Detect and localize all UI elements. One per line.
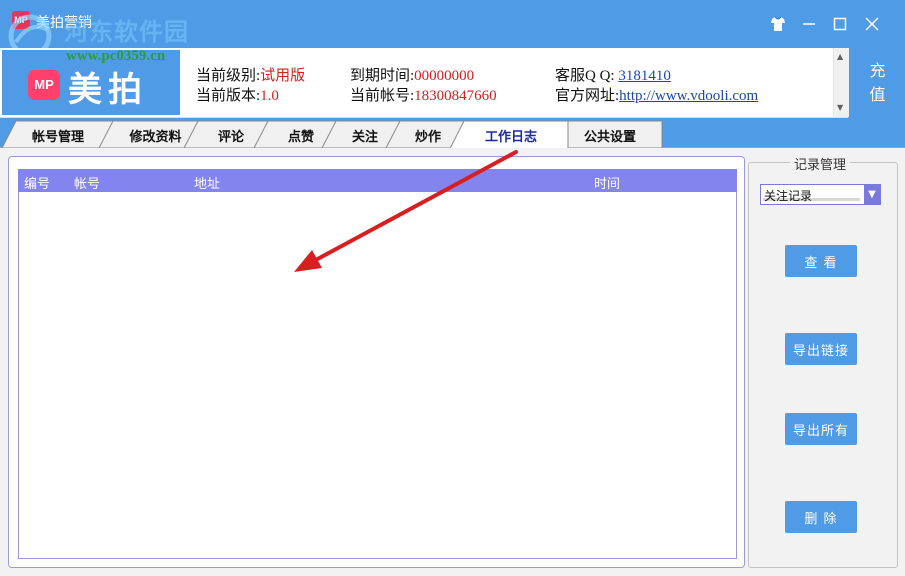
export-all-button[interactable]: 导出所有 bbox=[785, 413, 857, 445]
chevron-down-icon[interactable]: ▼ bbox=[864, 185, 880, 204]
recharge-label-1: 充 bbox=[869, 60, 886, 80]
minimize-icon bbox=[803, 23, 815, 25]
level-label: 当前级别: bbox=[196, 68, 261, 84]
expiry-value: 00000000 bbox=[414, 68, 475, 84]
tab-follow[interactable]: 关注 bbox=[336, 126, 394, 145]
qq-info: 客服Q Q: 3181410 bbox=[555, 64, 671, 85]
site-info: 官方网址:http://www.vdooli.com bbox=[555, 84, 758, 105]
record-manage-title: 记录管理 bbox=[790, 154, 851, 173]
record-type-value: 关注记录 bbox=[764, 189, 813, 203]
version-info: 当前版本:1.0 bbox=[196, 84, 279, 105]
close-icon bbox=[865, 17, 879, 31]
version-value: 1.0 bbox=[260, 88, 279, 104]
scroll-up-icon[interactable]: ▲ bbox=[837, 52, 843, 61]
tab-common-settings[interactable]: 公共设置 bbox=[568, 126, 652, 145]
log-table-body[interactable] bbox=[18, 192, 737, 559]
column-header-account[interactable]: 帐号 bbox=[74, 173, 100, 192]
header-scrollbar[interactable]: ▲ ▼ bbox=[833, 48, 849, 117]
delete-button[interactable]: 删 除 bbox=[785, 501, 857, 533]
tab-comment[interactable]: 评论 bbox=[198, 126, 264, 145]
watermark-url: www.pc0359.cn bbox=[66, 48, 166, 64]
scroll-down-icon[interactable]: ▼ bbox=[837, 103, 843, 112]
maximize-icon bbox=[833, 17, 847, 31]
minimize-button[interactable] bbox=[797, 12, 821, 36]
column-header-time[interactable]: 时间 bbox=[594, 173, 620, 192]
tab-edit-profile[interactable]: 修改资料 bbox=[113, 126, 198, 145]
version-label: 当前版本: bbox=[196, 88, 261, 104]
level-info: 当前级别:试用版 bbox=[196, 64, 305, 85]
expiry-label: 到期时间: bbox=[350, 68, 415, 84]
view-button[interactable]: 查 看 bbox=[785, 245, 857, 277]
expiry-info: 到期时间:00000000 bbox=[350, 64, 474, 85]
qq-link[interactable]: 3181410 bbox=[618, 68, 671, 84]
column-header-id[interactable]: 编号 bbox=[24, 173, 50, 192]
skin-button[interactable] bbox=[766, 12, 790, 36]
maximize-button[interactable] bbox=[828, 12, 852, 36]
logo-text: 美拍 bbox=[68, 70, 148, 110]
level-value: 试用版 bbox=[260, 68, 306, 84]
account-info: 当前帐号:18300847660 bbox=[350, 84, 497, 105]
tab-promote[interactable]: 炒作 bbox=[400, 126, 456, 145]
recharge-label-2: 值 bbox=[869, 84, 886, 104]
log-table-header bbox=[18, 169, 737, 192]
app-window: MP 美拍营销 河东软件园 www.pc0359.cn MP 美拍 当前级别:试… bbox=[0, 0, 905, 576]
site-link[interactable]: http://www.vdooli.com bbox=[619, 88, 758, 104]
tab-account-manage[interactable]: 帐号管理 bbox=[16, 126, 100, 145]
column-header-address[interactable]: 地址 bbox=[194, 173, 220, 192]
logo-badge: MP bbox=[28, 70, 60, 100]
tab-like[interactable]: 点赞 bbox=[268, 126, 334, 145]
recharge-button[interactable]: 充 值 bbox=[850, 48, 905, 117]
account-label: 当前帐号: bbox=[350, 88, 415, 104]
qq-label: 客服Q Q: bbox=[555, 68, 619, 84]
export-links-button[interactable]: 导出链接 bbox=[785, 333, 857, 365]
tab-work-log[interactable]: 工作日志 bbox=[464, 126, 558, 145]
record-type-select[interactable]: 关注记录 ▼ bbox=[760, 184, 881, 205]
site-label: 官方网址: bbox=[555, 88, 620, 104]
watermark-name: 河东软件园 bbox=[64, 18, 189, 46]
close-button[interactable] bbox=[860, 12, 884, 36]
shirt-icon bbox=[771, 16, 785, 31]
account-value: 18300847660 bbox=[414, 88, 497, 104]
